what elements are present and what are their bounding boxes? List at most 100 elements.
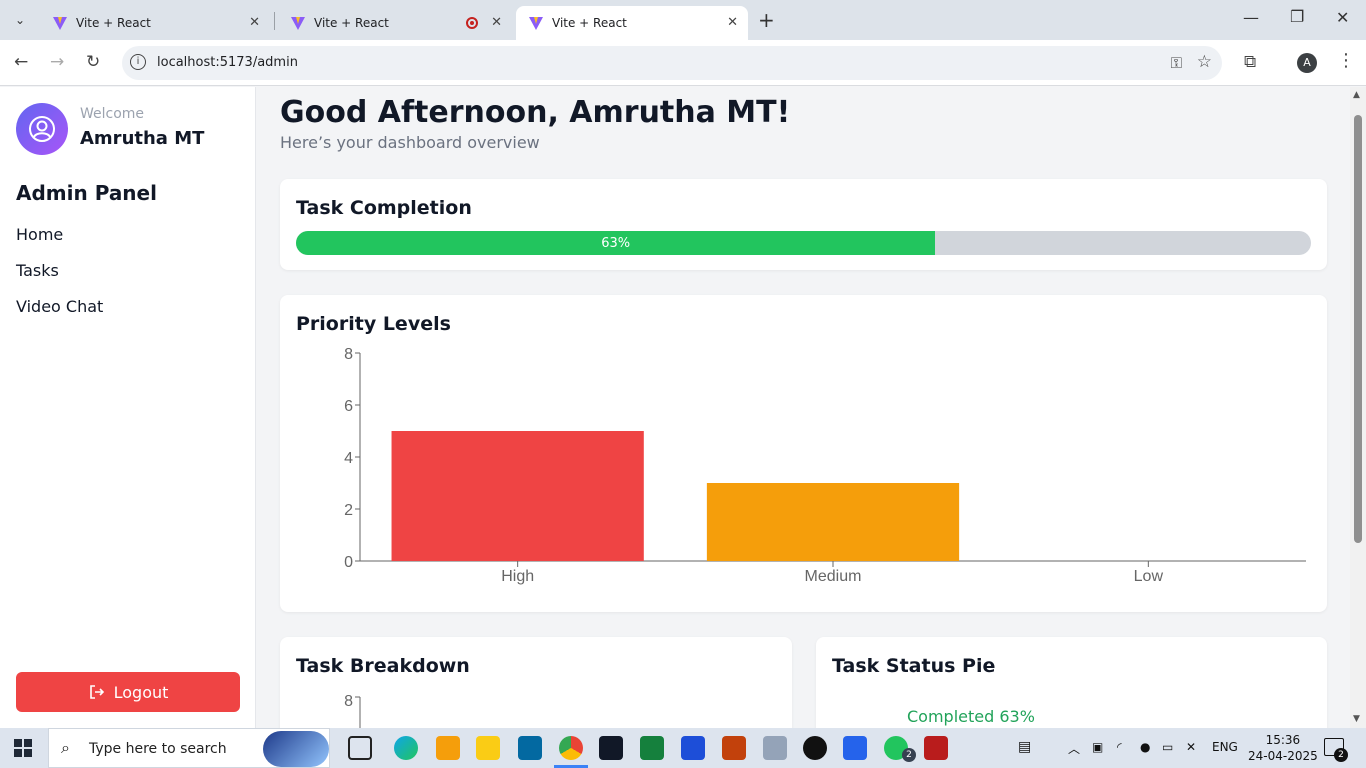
nav-tasks[interactable]: Tasks bbox=[16, 261, 59, 280]
task-view-icon[interactable] bbox=[348, 736, 372, 760]
priority-levels-card: Priority Levels 0 2 4 6 8 High Medium Low bbox=[280, 295, 1327, 612]
powerpoint-icon[interactable] bbox=[722, 736, 746, 760]
extensions-icon[interactable]: ⧉ bbox=[1244, 52, 1256, 72]
username: Amrutha MT bbox=[80, 128, 205, 149]
logout-label: Logout bbox=[113, 682, 169, 702]
task-status-pie-card: Task Status Pie Completed 63% bbox=[816, 637, 1327, 728]
windows-start-icon[interactable] bbox=[14, 739, 32, 757]
x-tick-label: Medium bbox=[805, 568, 862, 585]
new-tab-icon[interactable]: + bbox=[758, 8, 775, 32]
page-scrollbar[interactable]: ▲ ▼ bbox=[1350, 87, 1366, 728]
breakdown-y-tick: 8 bbox=[344, 693, 353, 710]
task-breakdown-card: Task Breakdown 8 bbox=[280, 637, 792, 728]
show-hidden-icons-icon[interactable]: ︿ bbox=[1068, 740, 1080, 757]
scroll-up-icon[interactable]: ▲ bbox=[1353, 90, 1360, 100]
browser-tab-2[interactable]: Vite + React ✕ bbox=[278, 6, 512, 40]
terminal-icon[interactable] bbox=[599, 736, 623, 760]
word-icon[interactable] bbox=[681, 736, 705, 760]
nav-video-chat[interactable]: Video Chat bbox=[16, 297, 103, 316]
welcome-label: Welcome bbox=[80, 106, 145, 122]
volume-muted-icon[interactable]: ✕ bbox=[1186, 740, 1196, 754]
browser-tab-1[interactable]: Vite + React ✕ bbox=[40, 6, 270, 40]
system-clock[interactable]: 15:36 24-04-2025 bbox=[1248, 732, 1318, 764]
close-window-icon[interactable]: ✕ bbox=[1336, 8, 1349, 27]
edge-icon[interactable] bbox=[394, 736, 418, 760]
github-icon[interactable] bbox=[803, 736, 827, 760]
search-placeholder[interactable]: Type here to search bbox=[89, 741, 227, 757]
whatsapp-badge: 2 bbox=[902, 748, 916, 762]
microphone-icon[interactable]: ● bbox=[1140, 740, 1150, 754]
logout-icon bbox=[89, 685, 104, 699]
address-bar: ← → ↻ i localhost:5173/admin ⚿ ☆ ⧉ A ⋮ bbox=[0, 40, 1366, 86]
page-subtitle: Here’s your dashboard overview bbox=[280, 133, 540, 152]
user-avatar bbox=[16, 103, 68, 155]
minimize-icon[interactable]: — bbox=[1243, 8, 1259, 27]
page-title: Good Afternoon, Amrutha MT! bbox=[280, 95, 791, 130]
vite-logo-icon bbox=[291, 17, 305, 30]
y-tick-label: 2 bbox=[344, 502, 353, 519]
password-key-icon[interactable]: ⚿ bbox=[1171, 54, 1182, 72]
x-tick-label: Low bbox=[1134, 568, 1164, 585]
tab-close-icon[interactable]: ✕ bbox=[249, 15, 260, 30]
tab-search-chevron-icon[interactable]: ⌄ bbox=[8, 8, 32, 32]
back-icon[interactable]: ← bbox=[14, 52, 28, 72]
pie-label-completed: Completed 63% bbox=[907, 707, 1035, 726]
file-explorer-icon[interactable] bbox=[476, 736, 500, 760]
task-completion-card: Task Completion 63% bbox=[280, 179, 1327, 270]
site-info-icon[interactable]: i bbox=[130, 54, 146, 70]
wifi-icon[interactable]: ◜ bbox=[1117, 740, 1122, 754]
task-completion-progress-bar: 63% bbox=[296, 231, 1311, 255]
nav-home[interactable]: Home bbox=[16, 225, 63, 244]
windows-taskbar: ⌕ Type here to search 2 ▤ ︿ ▣ ◜ ● ▭ ✕ EN… bbox=[0, 728, 1366, 768]
forward-icon[interactable]: → bbox=[50, 52, 64, 72]
restore-icon[interactable]: ❐ bbox=[1290, 7, 1304, 26]
clock-time: 15:36 bbox=[1265, 733, 1301, 747]
main-content: Good Afternoon, Amrutha MT! Here’s your … bbox=[256, 87, 1350, 728]
tab-title: Vite + React bbox=[76, 16, 151, 30]
browser-tab-3-active[interactable]: Vite + React ✕ bbox=[516, 6, 748, 40]
browser-tab-bar: ⌄ Vite + React ✕ Vite + React ✕ Vite + R… bbox=[0, 0, 1366, 40]
battery-icon[interactable]: ▭ bbox=[1162, 740, 1173, 754]
scroll-thumb[interactable] bbox=[1354, 115, 1362, 543]
priority-bar-chart: 0 2 4 6 8 High Medium Low bbox=[344, 346, 1306, 585]
outlook-icon[interactable] bbox=[518, 736, 542, 760]
task-completion-title: Task Completion bbox=[296, 197, 472, 219]
x-tick-label: High bbox=[501, 568, 534, 585]
tab-close-icon[interactable]: ✕ bbox=[727, 15, 738, 30]
tab-close-icon[interactable]: ✕ bbox=[491, 15, 502, 30]
news-widget-icon[interactable]: ▤ bbox=[1018, 739, 1031, 755]
vite-logo-icon bbox=[53, 17, 67, 30]
chrome-icon[interactable] bbox=[559, 736, 583, 760]
language-indicator[interactable]: ENG bbox=[1212, 740, 1238, 754]
taskbar-search[interactable]: ⌕ Type here to search bbox=[48, 728, 330, 768]
y-tick-label: 0 bbox=[344, 554, 353, 571]
url-omnibox[interactable]: i localhost:5173/admin ⚿ ☆ bbox=[122, 46, 1222, 80]
bookmark-star-icon[interactable]: ☆ bbox=[1197, 52, 1212, 72]
y-tick-label: 8 bbox=[344, 346, 353, 363]
notes-app-icon[interactable] bbox=[763, 736, 787, 760]
recording-indicator-icon bbox=[466, 17, 478, 29]
search-icon: ⌕ bbox=[61, 738, 70, 757]
browser-menu-icon[interactable]: ⋮ bbox=[1337, 50, 1355, 71]
y-tick-label: 4 bbox=[344, 450, 353, 467]
tab-separator bbox=[274, 12, 275, 30]
reload-icon[interactable]: ↻ bbox=[86, 52, 100, 72]
pdf-app-icon[interactable] bbox=[924, 736, 948, 760]
vite-logo-icon bbox=[529, 17, 543, 30]
profile-avatar[interactable]: A bbox=[1297, 53, 1317, 73]
progress-fill: 63% bbox=[296, 231, 936, 255]
tab-title: Vite + React bbox=[552, 16, 627, 30]
store-icon[interactable] bbox=[436, 736, 460, 760]
admin-panel-title: Admin Panel bbox=[16, 181, 157, 205]
bar-medium bbox=[706, 483, 960, 561]
scroll-down-icon[interactable]: ▼ bbox=[1353, 714, 1360, 724]
clock-date: 24-04-2025 bbox=[1248, 749, 1318, 763]
user-circle-icon bbox=[29, 116, 55, 142]
logout-button[interactable]: Logout bbox=[16, 672, 240, 712]
vscode-icon[interactable] bbox=[843, 736, 867, 760]
excel-icon[interactable] bbox=[640, 736, 664, 760]
url-text[interactable]: localhost:5173/admin bbox=[157, 55, 298, 70]
camera-tray-icon[interactable]: ▣ bbox=[1092, 740, 1103, 754]
search-highlight-image bbox=[263, 731, 329, 767]
progress-label: 63% bbox=[601, 235, 631, 251]
